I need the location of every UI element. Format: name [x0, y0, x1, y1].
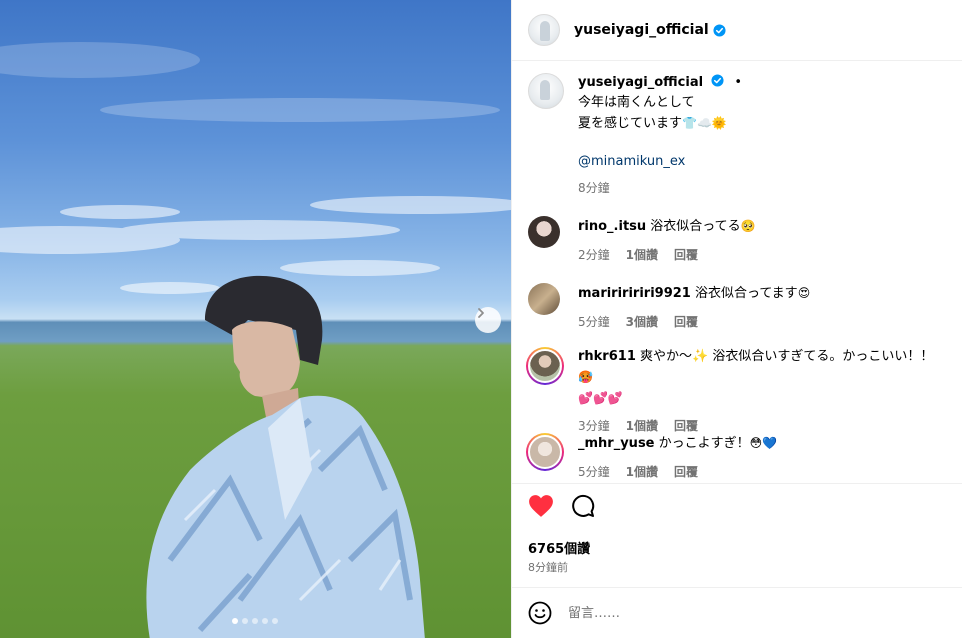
- comment-composer: [512, 587, 962, 638]
- caption-line-2: 夏を感じています: [578, 116, 683, 131]
- comment-input[interactable]: [568, 605, 868, 621]
- post-timestamp: 8分鐘前: [528, 561, 568, 574]
- carousel-dot: [262, 618, 268, 624]
- caption-username[interactable]: yuseiyagi_official: [578, 75, 703, 90]
- commenter-username[interactable]: _mhr_yuse: [578, 436, 655, 451]
- post-header: yuseiyagi_official: [512, 0, 962, 61]
- reply-button[interactable]: 回覆: [674, 245, 698, 265]
- reply-button[interactable]: 回覆: [674, 462, 698, 482]
- heart-filled-icon[interactable]: [528, 494, 554, 518]
- comment-bubble-icon[interactable]: [570, 494, 596, 518]
- author-avatar[interactable]: [528, 14, 560, 46]
- comment-likes[interactable]: 3個讚: [626, 312, 658, 332]
- comment-emoji: 🥺: [740, 219, 756, 233]
- post-details-panel: yuseiyagi_official yuseiyagi_official • …: [511, 0, 962, 638]
- verified-badge-icon: [713, 23, 726, 37]
- post-caption: yuseiyagi_official • 今年は南くんとして 夏を感じています👕…: [528, 73, 958, 198]
- commenter-avatar[interactable]: [528, 216, 560, 248]
- chevron-right-icon: [478, 308, 484, 318]
- caption-author-avatar[interactable]: [528, 73, 564, 109]
- commenter-avatar: [528, 349, 562, 383]
- commenter-username[interactable]: rino_.itsu: [578, 219, 646, 234]
- carousel-dot: [242, 618, 248, 624]
- comment-text: 浴衣似合ってます: [694, 286, 798, 301]
- comment-emoji-line-2: 💕💕💕: [578, 391, 623, 405]
- comment-item: maririririri9921 浴衣似合ってます😍 5分鐘 3個讚 回覆: [528, 283, 958, 332]
- comment-text: 爽やか〜✨ 浴衣似合いすぎてる。かっこいい！！: [640, 349, 934, 364]
- caption-mention[interactable]: @minamikun_ex: [578, 152, 958, 172]
- photo-scene: [0, 42, 511, 638]
- commenter-avatar-story-ring[interactable]: [526, 347, 564, 385]
- carousel-dot: [252, 618, 258, 624]
- caption-separator: •: [734, 75, 743, 90]
- comment-time: 5分鐘: [578, 315, 610, 329]
- comment-emoji: 🥵: [578, 370, 593, 384]
- comment-likes[interactable]: 1個讚: [626, 245, 658, 265]
- post-actions: [528, 494, 596, 518]
- carousel-dot: [272, 618, 278, 624]
- carousel-indicator: [232, 618, 278, 624]
- commenter-username[interactable]: maririririri9921: [578, 286, 691, 301]
- caption-emojis: 👕☁️🌞: [682, 116, 727, 130]
- carousel-dot: [232, 618, 238, 624]
- comment-text: 浴衣似合ってる: [650, 219, 741, 234]
- commenter-avatar: [528, 435, 562, 469]
- author-username[interactable]: yuseiyagi_official: [574, 22, 709, 38]
- commenter-avatar-story-ring[interactable]: [526, 433, 564, 471]
- comment-text: かっこよすぎ！: [658, 436, 750, 451]
- comment-item: rino_.itsu 浴衣似合ってる🥺 2分鐘 1個讚 回覆: [528, 216, 958, 265]
- verified-badge-icon: [711, 74, 724, 87]
- comment-time: 5分鐘: [578, 465, 610, 479]
- like-count[interactable]: 6765個讚: [528, 538, 590, 557]
- comment-emoji: 😍: [797, 286, 811, 300]
- comment-likes[interactable]: 1個讚: [626, 462, 658, 482]
- comment-emoji: 😳💙: [749, 436, 778, 450]
- caption-line-1: 今年は南くんとして: [578, 95, 695, 110]
- comment-item: rhkr611 爽やか〜✨ 浴衣似合いすぎてる。かっこいい！！🥵 💕💕💕 3分鐘…: [526, 347, 948, 436]
- next-photo-button[interactable]: [475, 307, 501, 333]
- post-photo[interactable]: [0, 0, 511, 638]
- reply-button[interactable]: 回覆: [674, 312, 698, 332]
- emoji-icon[interactable]: [528, 601, 552, 625]
- commenter-avatar[interactable]: [528, 283, 560, 315]
- comments-list[interactable]: yuseiyagi_official • 今年は南くんとして 夏を感じています👕…: [512, 61, 962, 484]
- commenter-username[interactable]: rhkr611: [578, 349, 636, 364]
- comment-item: _mhr_yuse かっこよすぎ！😳💙 5分鐘 1個讚 回覆: [526, 433, 948, 482]
- caption-time: 8分鐘: [578, 181, 610, 195]
- comment-time: 2分鐘: [578, 248, 610, 262]
